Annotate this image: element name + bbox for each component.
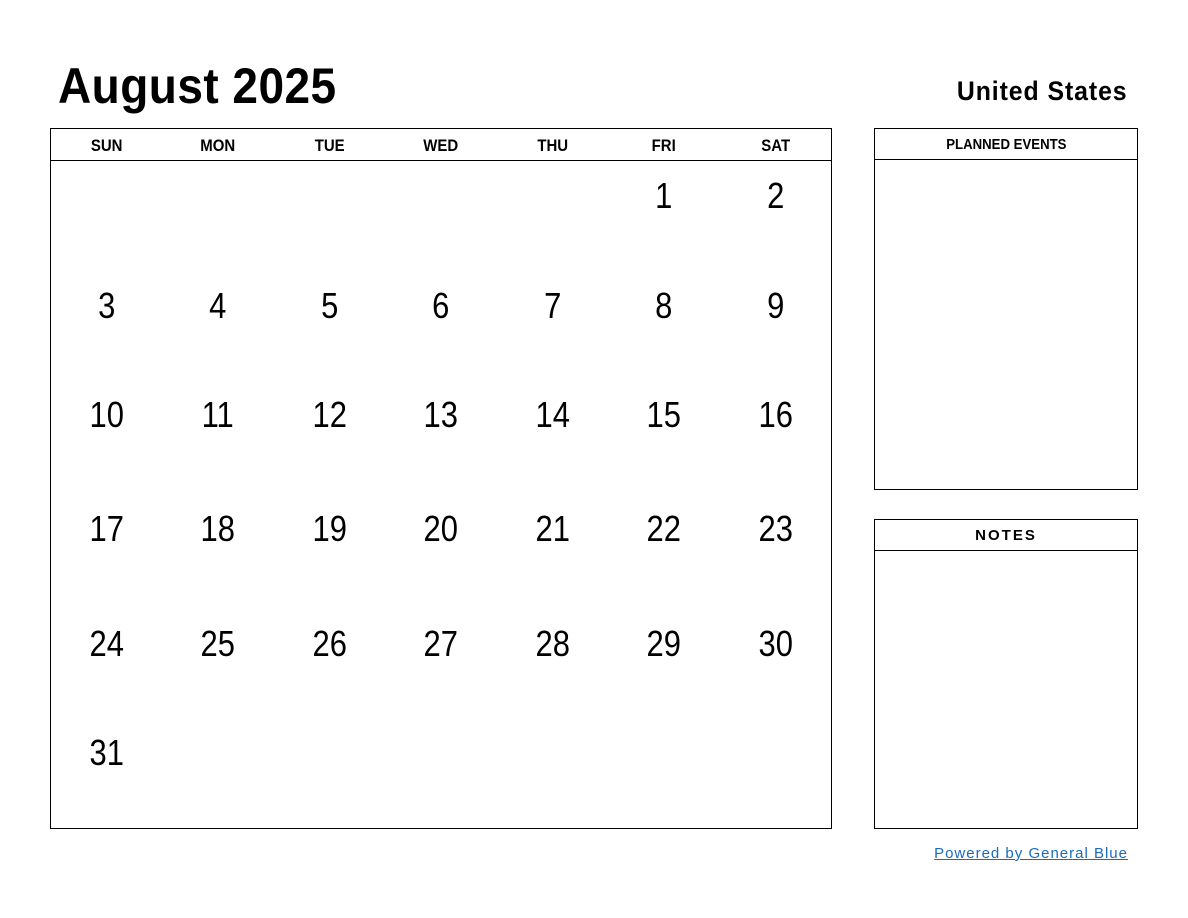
planned-events-area[interactable] [875, 160, 1137, 489]
notes-area[interactable] [875, 551, 1137, 828]
day-cell: 6 [432, 285, 450, 326]
planned-events-panel: PLANNED EVENTS [874, 128, 1138, 490]
month-calendar: SUN MON TUE WED THU FRI SAT 1 2 3 4 5 6 7 8 9 10 1… [50, 128, 832, 829]
weekday-sun: SUN [90, 136, 123, 155]
weekday-header-row: SUN MON TUE WED THU FRI SAT [51, 129, 831, 161]
day-cell: 1 [655, 175, 673, 216]
weekday-sat: SAT [760, 136, 790, 155]
weekday-mon: MON [200, 136, 236, 155]
powered-by-link[interactable]: Powered by General Blue [934, 844, 1128, 864]
day-cell: 3 [98, 285, 116, 326]
day-grid: 1 2 3 4 5 6 7 8 9 10 11 12 13 14 15 16 17 18 19 20 21 22 23 24 2… [51, 162, 831, 828]
day-cell: 14 [535, 394, 570, 435]
day-cell: 25 [200, 623, 236, 664]
day-cell: 10 [89, 394, 124, 435]
day-cell: 4 [209, 285, 227, 326]
day-cell: 5 [320, 285, 339, 326]
day-cell: 19 [312, 508, 347, 549]
planned-events-title: PLANNED EVENTS [945, 136, 1067, 153]
day-cell: 12 [312, 394, 347, 435]
day-cell: 9 [766, 285, 784, 326]
notes-panel: NOTES [874, 519, 1138, 829]
day-cell: 17 [89, 508, 124, 549]
day-cell: 23 [758, 508, 793, 549]
day-cell: 8 [655, 285, 673, 326]
notes-header: NOTES [875, 520, 1137, 551]
day-cell: 24 [89, 623, 124, 664]
day-cell: 26 [312, 623, 347, 664]
country-label: United States [957, 76, 1128, 106]
day-cell: 28 [535, 623, 570, 664]
weekday-thu: THU [537, 136, 568, 155]
day-cell: 22 [646, 508, 682, 549]
weekday-tue: TUE [314, 136, 345, 155]
day-cell: 29 [646, 623, 682, 664]
weekday-wed: WED [423, 136, 459, 155]
planned-events-header: PLANNED EVENTS [875, 129, 1137, 160]
day-cell: 7 [543, 285, 562, 326]
day-cell: 20 [423, 508, 459, 549]
notes-title: NOTES [975, 527, 1037, 544]
calendar-title: August 2025 [58, 58, 337, 114]
day-cell: 27 [423, 623, 459, 664]
day-cell: 2 [766, 175, 784, 216]
day-cell: 21 [535, 508, 570, 549]
day-cell: 16 [758, 394, 793, 435]
day-cell: 15 [646, 394, 682, 435]
day-cell: 30 [758, 623, 793, 664]
weekday-fri: FRI [651, 136, 676, 155]
day-cell: 11 [202, 394, 235, 435]
day-cell: 18 [200, 508, 236, 549]
day-cell: 31 [89, 732, 124, 773]
day-cell: 13 [423, 394, 459, 435]
